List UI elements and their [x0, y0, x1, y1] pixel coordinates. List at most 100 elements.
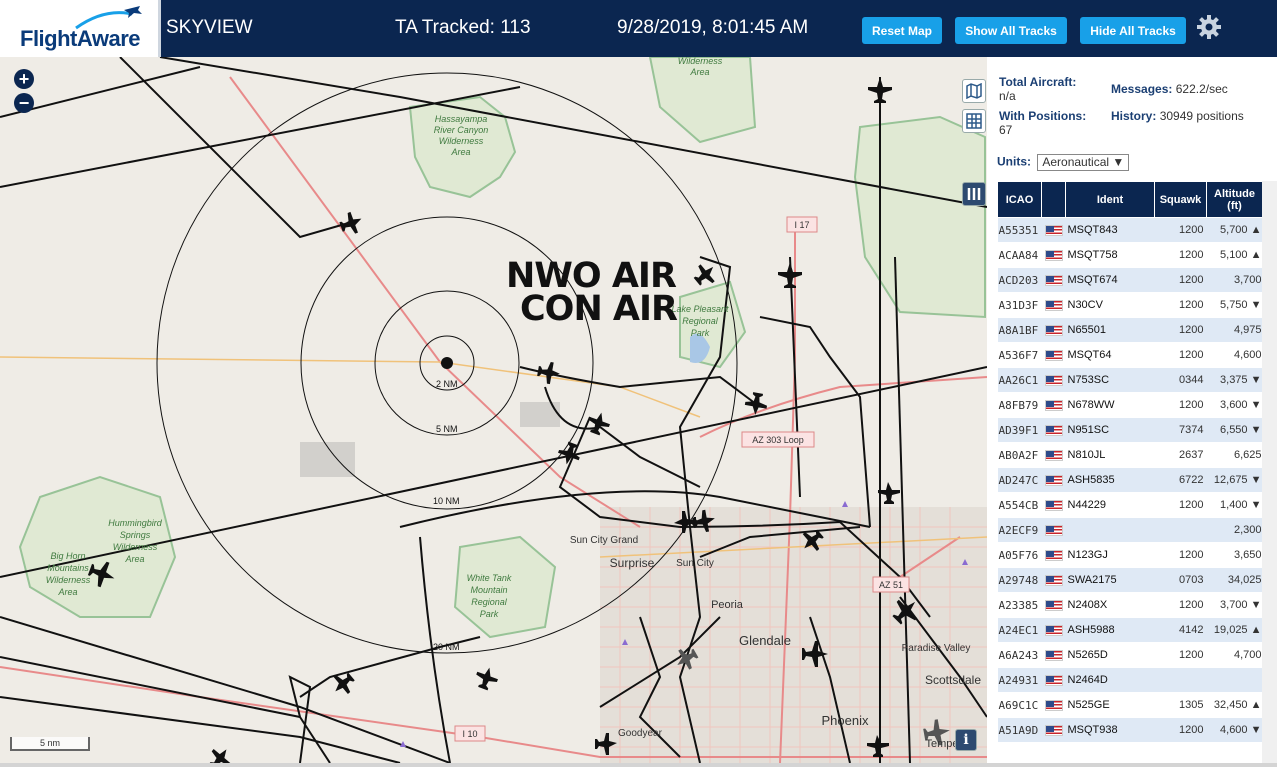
table-row[interactable]: A24931 N2464D: [997, 667, 1263, 693]
us-flag-icon: [1044, 449, 1063, 461]
ring-label-10: 10 NM: [433, 496, 460, 506]
icao-cell: A8A1BF: [997, 317, 1042, 343]
us-flag-icon: [1044, 349, 1063, 361]
squawk-cell: 1200: [1154, 392, 1207, 418]
map-icon: [966, 83, 982, 99]
table-row[interactable]: A69C1C N525GE 1305 32,450 ▲: [997, 692, 1263, 718]
us-flag-icon: [1044, 299, 1063, 311]
table-row[interactable]: A8FB79 N678WW 1200 3,600 ▼: [997, 392, 1263, 418]
col-squawk[interactable]: Squawk: [1154, 181, 1207, 218]
ident-cell: N44229: [1065, 492, 1155, 518]
table-row[interactable]: A536F7 MSQT64 1200 4,600: [997, 342, 1263, 368]
map-canvas[interactable]: 2 NM 5 NM 10 NM 20 NM Hassayampa River C…: [0, 57, 987, 763]
table-row[interactable]: A6A243 N5265D 1200 4,700: [997, 642, 1263, 668]
road-label: I 17: [794, 220, 809, 230]
flag-cell: [1041, 317, 1066, 343]
altitude-cell: [1206, 667, 1263, 693]
altitude-cell: 3,700 ▼: [1206, 592, 1263, 618]
map-layers-button[interactable]: [962, 79, 986, 103]
ident-cell: N951SC: [1065, 417, 1155, 443]
reset-map-button[interactable]: Reset Map: [862, 17, 942, 44]
grid-toggle-button[interactable]: [962, 109, 986, 133]
col-icao[interactable]: ICAO: [997, 181, 1042, 218]
flag-cell: [1041, 467, 1066, 493]
table-row[interactable]: A8A1BF N65501 1200 4,975: [997, 317, 1263, 343]
ident-cell: N525GE: [1065, 692, 1155, 718]
table-row[interactable]: AD247C ASH5835 6722 12,675 ▼: [997, 467, 1263, 493]
table-row[interactable]: AD39F1 N951SC 7374 6,550 ▼: [997, 417, 1263, 443]
gear-icon[interactable]: [1196, 14, 1222, 40]
ident-cell: N810JL: [1065, 442, 1155, 468]
us-flag-icon: [1044, 474, 1063, 486]
altitude-cell: 19,025 ▲: [1206, 617, 1263, 643]
columns-toggle-button[interactable]: [962, 182, 986, 206]
table-row[interactable]: ACD203 MSQT674 1200 3,700: [997, 267, 1263, 293]
info-button[interactable]: i: [955, 729, 977, 751]
ident-cell: N2408X: [1065, 592, 1155, 618]
place-label: Tempe: [925, 738, 958, 750]
us-flag-icon: [1044, 699, 1063, 711]
col-flag[interactable]: [1041, 181, 1066, 218]
place-label: Wilderness: [678, 57, 723, 66]
icao-cell: A55351: [997, 217, 1042, 243]
show-all-tracks-button[interactable]: Show All Tracks: [955, 17, 1067, 44]
table-row[interactable]: A23385 N2408X 1200 3,700 ▼: [997, 592, 1263, 618]
table-header: ICAO Ident Squawk Altitude (ft): [997, 181, 1263, 218]
table-row[interactable]: A55351 MSQT843 1200 5,700 ▲: [997, 217, 1263, 243]
flag-cell: [1041, 517, 1066, 543]
icao-cell: AA26C1: [997, 367, 1042, 393]
flag-cell: [1041, 542, 1066, 568]
minus-icon: −: [18, 93, 30, 113]
altitude-cell: 1,400 ▼: [1206, 492, 1263, 518]
place-label: Goodyear: [618, 728, 663, 739]
map-view[interactable]: 2 NM 5 NM 10 NM 20 NM Hassayampa River C…: [0, 57, 987, 763]
table-row[interactable]: AB0A2F N810JL 2637 6,625: [997, 442, 1263, 468]
datetime: 9/28/2019, 8:01:45 AM: [617, 17, 809, 38]
squawk-cell: 1200: [1154, 267, 1207, 293]
map-scale: 5 nm: [10, 737, 90, 751]
us-flag-icon: [1044, 224, 1063, 236]
table-row[interactable]: AA26C1 N753SC 0344 3,375 ▼: [997, 367, 1263, 393]
units-select[interactable]: Aeronautical ▼: [1037, 154, 1130, 171]
table-row[interactable]: A29748 SWA2175 0703 34,025: [997, 567, 1263, 593]
table-scrollbar[interactable]: [1262, 181, 1277, 763]
altitude-cell: 4,700: [1206, 642, 1263, 668]
table-row[interactable]: A05F76 N123GJ 1200 3,650: [997, 542, 1263, 568]
place-label: Area: [450, 147, 470, 157]
grid-icon: [966, 113, 982, 129]
us-flag-icon: [1044, 574, 1063, 586]
table-row[interactable]: A31D3F N30CV 1200 5,750 ▼: [997, 292, 1263, 318]
ident-cell: N30CV: [1065, 292, 1155, 318]
table-row[interactable]: ACAA84 MSQT758 1200 5,100 ▲: [997, 242, 1263, 268]
zoom-in-button[interactable]: +: [14, 69, 34, 89]
bottom-scrollbar[interactable]: [0, 763, 1277, 767]
col-ident[interactable]: Ident: [1065, 181, 1155, 218]
place-label: Big Horn: [50, 551, 85, 561]
units-selector: Units: Aeronautical ▼: [997, 154, 1130, 171]
flag-cell: [1041, 667, 1066, 693]
top-header: FlightAware SKYVIEW TA Tracked: 113 9/28…: [0, 0, 1277, 57]
squawk-cell: [1154, 667, 1207, 693]
place-label: Hummingbird: [108, 518, 163, 528]
flag-cell: [1041, 717, 1066, 743]
flightaware-logo[interactable]: FlightAware: [0, 0, 161, 57]
table-row[interactable]: A2ECF9 2,300: [997, 517, 1263, 543]
zoom-out-button[interactable]: −: [14, 93, 34, 113]
flag-cell: [1041, 442, 1066, 468]
hide-all-tracks-button[interactable]: Hide All Tracks: [1080, 17, 1186, 44]
table-row[interactable]: A24EC1 ASH5988 4142 19,025 ▲: [997, 617, 1263, 643]
place-label: Park: [480, 609, 499, 619]
table-row[interactable]: A51A9D MSQT938 1200 4,600 ▼: [997, 717, 1263, 743]
squawk-cell: 7374: [1154, 417, 1207, 443]
place-label: Paradise Valley: [902, 643, 971, 654]
road-label: AZ 303 Loop: [752, 435, 804, 445]
icao-cell: AD39F1: [997, 417, 1042, 443]
icao-cell: A31D3F: [997, 292, 1042, 318]
col-altitude[interactable]: Altitude (ft): [1206, 181, 1263, 218]
table-row[interactable]: A554CB N44229 1200 1,400 ▼: [997, 492, 1263, 518]
icao-cell: A29748: [997, 567, 1042, 593]
plus-icon: +: [18, 69, 30, 89]
place-label: Area: [124, 554, 144, 564]
place-label: Lake Pleasant: [671, 304, 729, 314]
flag-cell: [1041, 242, 1066, 268]
